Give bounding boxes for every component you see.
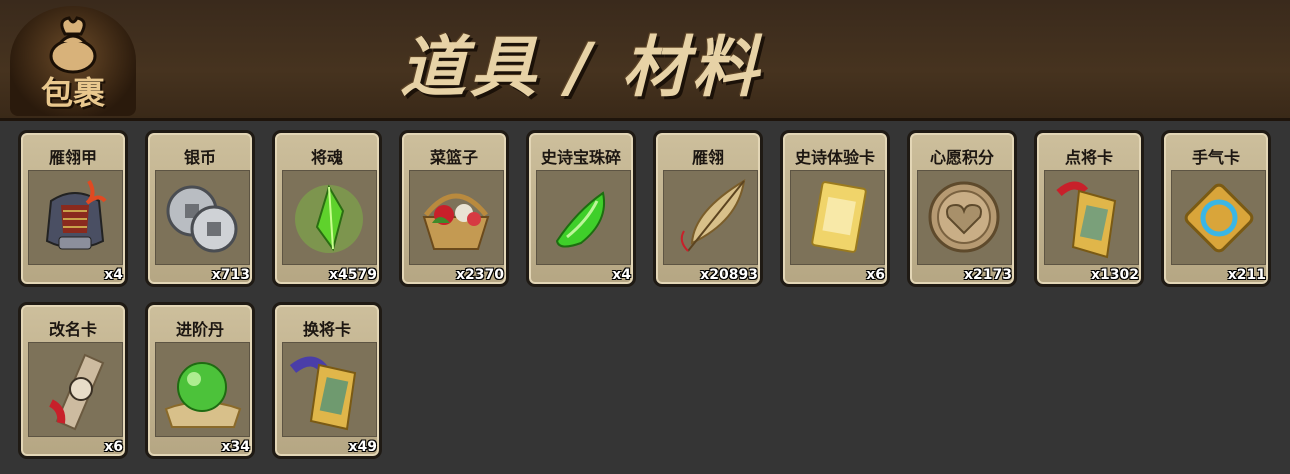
bag-icon [49,16,97,74]
bag-badge[interactable]: 包裹 [10,6,136,116]
item-count: x713 [211,267,250,283]
item-count: x34 [221,439,250,455]
gold-card-icon [790,170,885,265]
item-count: x211 [1227,267,1266,283]
item-count: x4579 [329,267,377,283]
flower-basket-icon [409,170,504,265]
silver-coin-icon [155,170,250,265]
item-count: x49 [348,439,377,455]
swap-token-icon [282,342,377,437]
item-count: x2173 [964,267,1012,283]
item-name: 史诗体验卡 [794,148,875,167]
item-count: x4 [612,267,631,283]
header-bar: 包裹 道具 / 材料 [0,0,1290,121]
rename-scroll-icon [28,342,123,437]
item-name: 银币 [183,148,216,167]
feather-icon [663,170,758,265]
item-card[interactable]: 雁翎 x20893 [653,130,763,287]
item-card[interactable]: 将魂 x4579 [272,130,382,287]
item-card[interactable]: 史诗宝珠碎 x4 [526,130,636,287]
item-name: 雁翎 [691,148,724,167]
item-name: 史诗宝珠碎 [540,148,621,167]
item-name: 进阶丹 [175,320,224,339]
luck-card-icon [1171,170,1266,265]
item-count: x1302 [1091,267,1139,283]
item-card[interactable]: 换将卡 x49 [272,302,382,459]
item-name: 改名卡 [48,320,97,339]
item-count: x4 [104,267,123,283]
bag-label: 包裹 [40,74,105,112]
page-title: 道具 / 材料 [400,29,763,106]
item-card[interactable]: 雁翎甲 x4 [18,130,128,287]
item-card[interactable]: 改名卡 x6 [18,302,128,459]
item-card[interactable]: 心愿积分 x2173 [907,130,1017,287]
item-card[interactable]: 银币 x713 [145,130,255,287]
item-grid: 雁翎甲 x4 银币 x713 将魂 x4579 菜篮子 x2370 史诗宝珠碎 … [18,130,1271,459]
item-card[interactable]: 点将卡 x1302 [1034,130,1144,287]
item-name: 点将卡 [1064,148,1113,167]
item-name: 雁翎甲 [48,148,97,167]
heart-coin-icon [917,170,1012,265]
item-count: x6 [866,267,885,283]
item-count: x20893 [700,267,758,283]
item-card[interactable]: 菜篮子 x2370 [399,130,509,287]
item-card[interactable]: 史诗体验卡 x6 [780,130,890,287]
item-name: 心愿积分 [929,148,994,167]
item-name: 手气卡 [1191,148,1240,167]
item-card[interactable]: 手气卡 x211 [1161,130,1271,287]
armor-icon [28,170,123,265]
item-count: x2370 [456,267,504,283]
item-name: 换将卡 [302,320,351,339]
jade-orb-icon [155,342,250,437]
item-name: 菜篮子 [429,148,478,167]
gem-shard-icon [536,170,631,265]
item-count: x6 [104,439,123,455]
soul-crystal-icon [282,170,377,265]
item-card[interactable]: 进阶丹 x34 [145,302,255,459]
general-token-icon [1044,170,1139,265]
item-name: 将魂 [310,148,343,167]
